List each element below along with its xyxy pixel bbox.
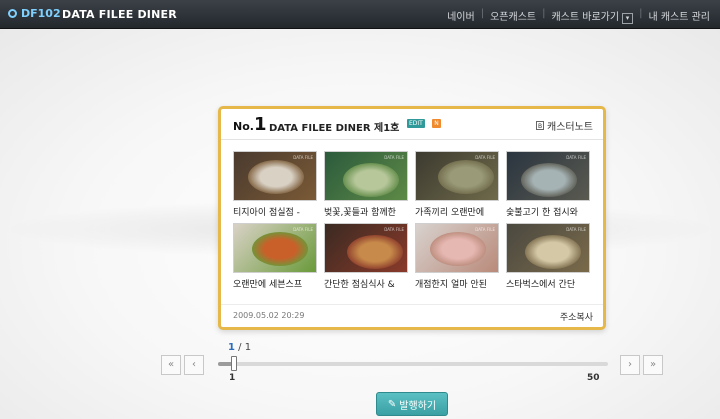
food-photo-thumbnail[interactable]: DATA FILE [233, 223, 317, 273]
item-caption[interactable]: 가족끼리 오랜만에 [415, 205, 499, 218]
pencil-icon: ✎ [387, 398, 397, 410]
photo-watermark: DATA FILE [293, 155, 313, 160]
edit-badge[interactable]: EDIT [407, 119, 425, 128]
photo-dish [525, 235, 581, 269]
photo-dish [252, 232, 308, 266]
nav-cast-shortcut[interactable]: 캐스트 바로가기 ▾ [551, 8, 634, 24]
photo-dish [521, 163, 577, 197]
photo-watermark: DATA FILE [566, 155, 586, 160]
cast-item[interactable]: DATA FILE 가족끼리 오랜만에 [415, 151, 499, 218]
issue-number-prefix: No. [233, 120, 254, 133]
slider-min-label: 1 [229, 373, 236, 383]
issue-number-value: 1 [253, 114, 267, 135]
cast-item[interactable]: DATA FILE 티지아이 점실점 - [233, 151, 317, 218]
logo[interactable]: DF102 [8, 7, 61, 20]
nav-my-cast[interactable]: 내 캐스트 관리 [648, 8, 710, 24]
photo-watermark: DATA FILE [293, 227, 313, 232]
item-caption[interactable]: 숯불고기 한 접시와 [506, 205, 590, 218]
card-title[interactable]: DATA FILEE DINER 제1호 [269, 119, 399, 134]
photo-watermark: DATA FILE [475, 227, 495, 232]
nav-opencast[interactable]: 오픈캐스트 [490, 8, 536, 24]
cast-card: No.1 DATA FILEE DINER 제1호 EDIT N B 캐스터노트… [218, 106, 606, 330]
total-pages: 1 [244, 342, 252, 353]
photo-dish [430, 232, 486, 266]
nav-naver[interactable]: 네이버 [447, 8, 475, 24]
card-header: No.1 DATA FILEE DINER 제1호 EDIT N B 캐스터노트 [221, 109, 603, 140]
page-count: 1 / 1 [228, 342, 251, 353]
food-photo-thumbnail[interactable]: DATA FILE [415, 151, 499, 201]
item-caption[interactable]: 간단한 점심식사 & [324, 277, 408, 290]
cast-item[interactable]: DATA FILE 오랜만에 세븐스프 [233, 223, 317, 290]
cast-item[interactable]: DATA FILE 스타벅스에서 간단 [506, 223, 590, 290]
item-caption[interactable]: 스타벅스에서 간단 [506, 277, 590, 290]
item-caption[interactable]: 개점한지 얼마 안된 [415, 277, 499, 290]
food-photo-thumbnail[interactable]: DATA FILE [324, 223, 408, 273]
copy-address-link[interactable]: 주소복사 [560, 310, 593, 323]
photo-watermark: DATA FILE [475, 155, 495, 160]
nav-cast-shortcut-label: 캐스트 바로가기 [551, 12, 620, 23]
cast-item[interactable]: DATA FILE 숯불고기 한 접시와 [506, 151, 590, 218]
cast-item[interactable]: DATA FILE 개점한지 얼마 안된 [415, 223, 499, 290]
publish-button-label: 발행하기 [399, 400, 437, 412]
caster-note-label: 캐스터노트 [547, 122, 593, 133]
card-footer: 2009.05.02 20:29 주소복사 [221, 304, 603, 327]
photo-dish [248, 160, 304, 194]
last-page-button[interactable]: » [643, 355, 663, 375]
photo-dish [343, 163, 399, 197]
prev-page-button[interactable]: ‹ [184, 355, 204, 375]
item-caption[interactable]: 벚꽃,꽃들과 함께한 [324, 205, 408, 218]
cast-item[interactable]: DATA FILE 벚꽃,꽃들과 함께한 [324, 151, 408, 218]
nav-separator: | [639, 8, 643, 19]
food-photo-thumbnail[interactable]: DATA FILE [233, 151, 317, 201]
issue-number: No.1 [233, 114, 266, 135]
current-page: 1 [228, 342, 235, 353]
food-photo-thumbnail[interactable]: DATA FILE [506, 151, 590, 201]
issue-slider[interactable] [218, 356, 608, 371]
top-nav: 네이버 | 오픈캐스트 | 캐스트 바로가기 ▾ | 내 캐스트 관리 [447, 8, 710, 24]
note-icon: B [536, 121, 544, 130]
app-title[interactable]: DATA FILEE DINER [62, 8, 177, 21]
nav-separator: | [480, 8, 485, 19]
photo-dish [438, 160, 494, 194]
photo-watermark: DATA FILE [566, 227, 586, 232]
page-separator: / [234, 342, 245, 353]
first-page-button[interactable]: « [161, 355, 181, 375]
published-date: 2009.05.02 20:29 [233, 311, 305, 320]
photo-watermark: DATA FILE [384, 155, 404, 160]
item-caption[interactable]: 티지아이 점실점 - [233, 205, 317, 218]
photo-watermark: DATA FILE [384, 227, 404, 232]
item-caption[interactable]: 오랜만에 세븐스프 [233, 277, 317, 290]
food-photo-thumbnail[interactable]: DATA FILE [415, 223, 499, 273]
slider-handle[interactable] [231, 356, 237, 371]
cast-item[interactable]: DATA FILE 간단한 점심식사 & [324, 223, 408, 290]
next-page-button[interactable]: › [620, 355, 640, 375]
chevron-down-icon: ▾ [622, 13, 634, 24]
publish-button[interactable]: ✎ 발행하기 [376, 392, 448, 416]
food-photo-thumbnail[interactable]: DATA FILE [506, 223, 590, 273]
food-photo-thumbnail[interactable]: DATA FILE [324, 151, 408, 201]
nav-separator: | [542, 8, 546, 19]
caster-note-link[interactable]: B 캐스터노트 [536, 118, 593, 133]
logo-text: DF102 [21, 7, 61, 20]
logo-ring-icon [8, 9, 17, 18]
new-badge: N [432, 119, 441, 128]
top-bar: DF102 DATA FILEE DINER 네이버 | 오픈캐스트 | 캐스트… [0, 0, 720, 29]
photo-dish [347, 235, 403, 269]
slider-max-label: 50 [587, 373, 600, 383]
